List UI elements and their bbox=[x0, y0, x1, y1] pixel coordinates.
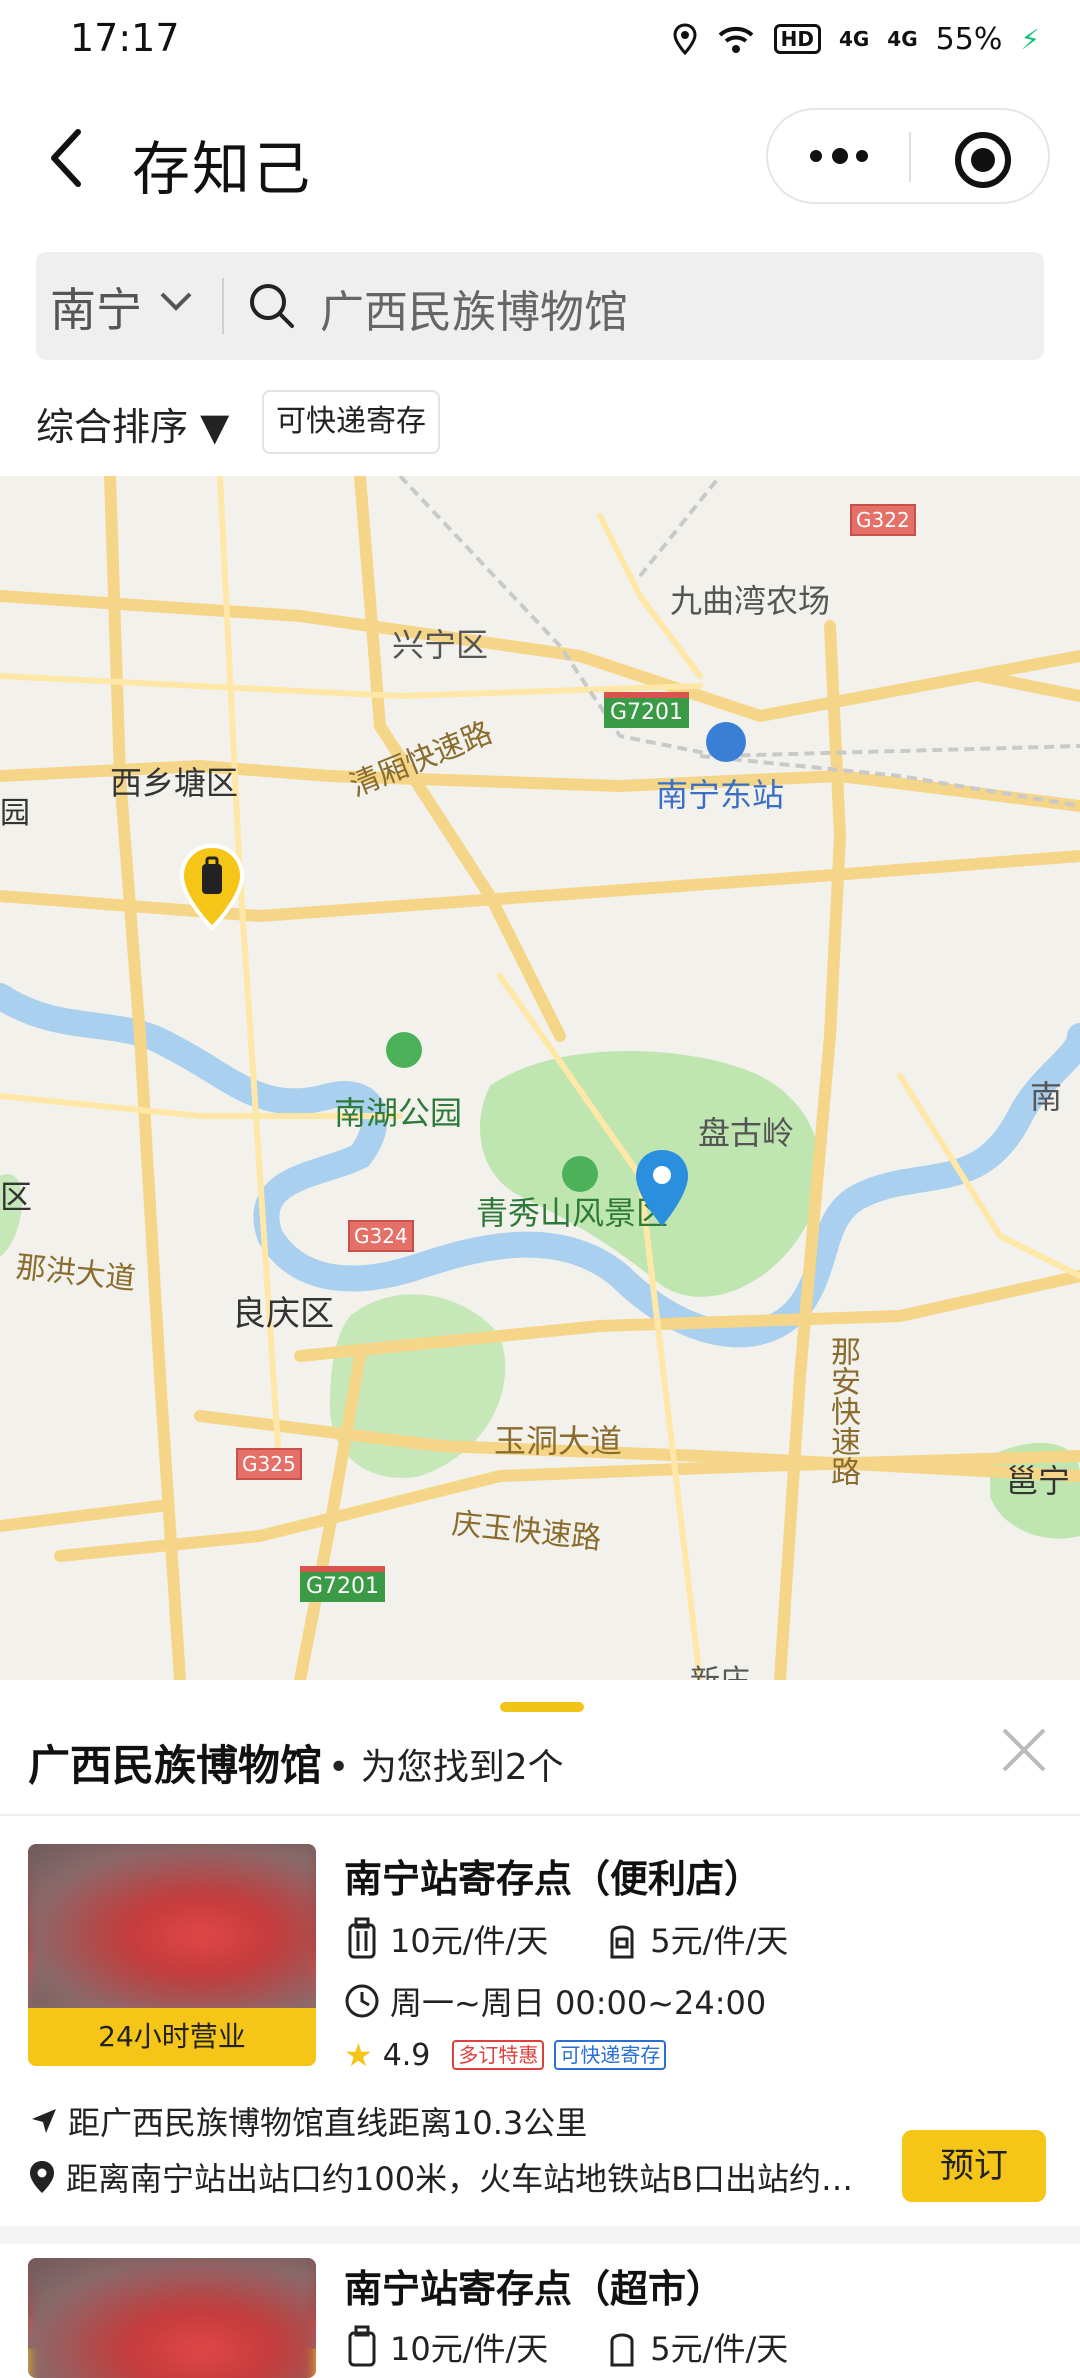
road-shield-g322: G322 bbox=[850, 504, 916, 536]
store-name[interactable]: 南宁站寄存点（超市） bbox=[344, 2258, 724, 2313]
destination-marker[interactable] bbox=[632, 1148, 692, 1228]
suitcase-icon bbox=[348, 1917, 376, 1959]
hours-row: 周一~周日 00:00~24:00 bbox=[344, 1978, 766, 2024]
sheet-drag-handle[interactable] bbox=[500, 1702, 584, 1712]
location-pin-icon bbox=[30, 2161, 54, 2193]
status-time: 17:17 bbox=[70, 16, 180, 60]
search-divider bbox=[222, 278, 224, 334]
store-name[interactable]: 南宁站寄存点（便利店） bbox=[344, 1848, 762, 1903]
map-label-xixiang: 西乡塘区 bbox=[110, 764, 239, 802]
map-label-qu-left: 区 bbox=[0, 1178, 33, 1216]
suitcase-icon bbox=[348, 2325, 376, 2367]
results-sheet: 广西民族博物馆 • 为您找到2个 24小时营业 南宁站寄存点（便利店） 10元/… bbox=[0, 1680, 1080, 2378]
star-icon: ★ bbox=[344, 2036, 373, 2074]
filter-bar: 综合排序 ▼ 可快递寄存 bbox=[0, 380, 1080, 476]
suitcase-price: 10元/件/天 bbox=[390, 2330, 549, 2368]
price-row: 10元/件/天 5元/件/天 bbox=[344, 2324, 788, 2370]
close-icon bbox=[1002, 1728, 1046, 1772]
book-button[interactable]: 预订 bbox=[902, 2130, 1046, 2202]
target-dot bbox=[971, 148, 995, 172]
map-label-naan: 那安快速路 bbox=[825, 1336, 860, 1486]
close-mini-program-button[interactable] bbox=[911, 110, 1052, 206]
store-photo[interactable] bbox=[28, 2258, 316, 2378]
park-icon bbox=[386, 1032, 422, 1068]
dot-icon bbox=[832, 148, 848, 164]
map-label-nanhu: 南湖公园 bbox=[334, 1094, 463, 1132]
signal-icon-1: 4G bbox=[838, 27, 870, 51]
map-label-jiuqu: 九曲湾农场 bbox=[670, 582, 831, 620]
map-label-xingning: 兴宁区 bbox=[392, 626, 489, 664]
distance-text: 距广西民族博物馆直线距离10.3公里 bbox=[68, 2104, 588, 2142]
back-arrow-icon bbox=[51, 129, 81, 187]
close-results-button[interactable] bbox=[998, 1724, 1050, 1776]
backpack-price: 5元/件/天 bbox=[650, 1922, 789, 1960]
more-button[interactable] bbox=[768, 110, 909, 206]
suitcase-price: 10元/件/天 bbox=[390, 1922, 549, 1960]
price-row: 10元/件/天 5元/件/天 bbox=[344, 1916, 788, 1962]
road-shield-g7201: G7201 bbox=[604, 692, 690, 728]
signal-icon-2: 4G bbox=[887, 27, 918, 51]
road-shield-g325: G325 bbox=[236, 1448, 302, 1480]
blurred-photo bbox=[28, 1844, 316, 2010]
page-title: 存知己 bbox=[132, 135, 313, 203]
hd-icon: HD bbox=[773, 24, 821, 54]
train-station-icon bbox=[706, 722, 746, 762]
open-24h-badge: 24小时营业 bbox=[28, 2008, 316, 2066]
search-icon bbox=[250, 284, 294, 328]
battery-level: 55% bbox=[935, 21, 1003, 57]
storage-location-marker[interactable] bbox=[176, 842, 248, 932]
rating-row: ★ 4.9 多订特惠 可快递寄存 bbox=[344, 2036, 667, 2074]
dot-icon bbox=[810, 150, 822, 162]
map-label-nan-right: 南 bbox=[1030, 1078, 1063, 1116]
back-button[interactable] bbox=[40, 120, 100, 196]
distance-row: 距广西民族博物馆直线距离10.3公里 bbox=[28, 2098, 587, 2144]
sort-dropdown[interactable]: 综合排序 ▼ bbox=[36, 396, 229, 451]
results-count: • 为您找到2个 bbox=[328, 1747, 564, 1788]
results-location: 广西民族博物馆 bbox=[28, 1741, 323, 1790]
road-shield-g7201-b: G7201 bbox=[300, 1566, 386, 1602]
express-storage-filter[interactable]: 可快递寄存 bbox=[262, 390, 440, 454]
address-row: 距离南宁站出站口约100米，火车站地铁站B口出站约… bbox=[28, 2154, 878, 2200]
navigation-arrow-icon bbox=[32, 2109, 56, 2133]
search-bar: 南宁 广西民族博物馆 bbox=[36, 252, 1044, 360]
backpack-icon bbox=[610, 2333, 634, 2367]
map-label-pangu: 盘古岭 bbox=[698, 1114, 795, 1152]
address-text: 距离南宁站出站口约100米，火车站地铁站B口出站约… bbox=[66, 2160, 854, 2198]
map-label-nanning-east: 南宁东站 bbox=[656, 776, 785, 814]
map-view[interactable]: 兴宁区 九曲湾农场 G322 G7201 西乡塘区 清厢快速路 南宁东站 园 南… bbox=[0, 476, 1080, 1680]
map-label-liangqing: 良庆区 bbox=[232, 1294, 334, 1334]
search-input[interactable]: 广西民族博物馆 bbox=[320, 276, 628, 340]
clock-icon bbox=[345, 1984, 379, 2018]
rating-value: 4.9 bbox=[382, 2037, 431, 2073]
mini-program-capsule bbox=[766, 108, 1050, 204]
discount-badge: 多订特惠 bbox=[452, 2040, 545, 2070]
card-separator bbox=[0, 2226, 1080, 2244]
map-label-yuan: 园 bbox=[0, 796, 30, 831]
title-bar: 存知己 bbox=[0, 80, 1080, 230]
luggage-pin-icon bbox=[179, 843, 245, 931]
road-shield-g324: G324 bbox=[348, 1220, 414, 1252]
camera-icon bbox=[562, 1156, 598, 1192]
status-bar: 17:17 HD 4G 4G 55% ⚡ bbox=[0, 0, 1080, 80]
express-badge: 可快递寄存 bbox=[554, 2040, 667, 2070]
sheet-divider bbox=[0, 1814, 1080, 1816]
location-icon bbox=[673, 23, 697, 55]
results-count-text: 为您找到2个 bbox=[360, 1747, 564, 1788]
wifi-icon bbox=[718, 26, 753, 53]
blurred-photo bbox=[28, 2258, 316, 2378]
backpack-icon bbox=[610, 1925, 634, 1959]
map-label-yong: 邕宁 bbox=[1006, 1462, 1071, 1500]
map-label-xinzhuang: 新庄 bbox=[690, 1656, 750, 1680]
dot-icon bbox=[856, 150, 868, 162]
status-icons: HD 4G 4G 55% ⚡ bbox=[672, 14, 1040, 64]
opening-hours: 周一~周日 00:00~24:00 bbox=[390, 1984, 767, 2022]
city-selector[interactable]: 南宁 bbox=[50, 274, 142, 340]
map-pin-icon bbox=[636, 1150, 688, 1226]
backpack-price: 5元/件/天 bbox=[650, 2330, 789, 2368]
chevron-down-icon[interactable] bbox=[156, 282, 196, 322]
charging-icon: ⚡ bbox=[1020, 22, 1040, 56]
store-photo[interactable]: 24小时营业 bbox=[28, 1844, 316, 2066]
map-label-yudong: 玉洞大道 bbox=[494, 1422, 623, 1460]
